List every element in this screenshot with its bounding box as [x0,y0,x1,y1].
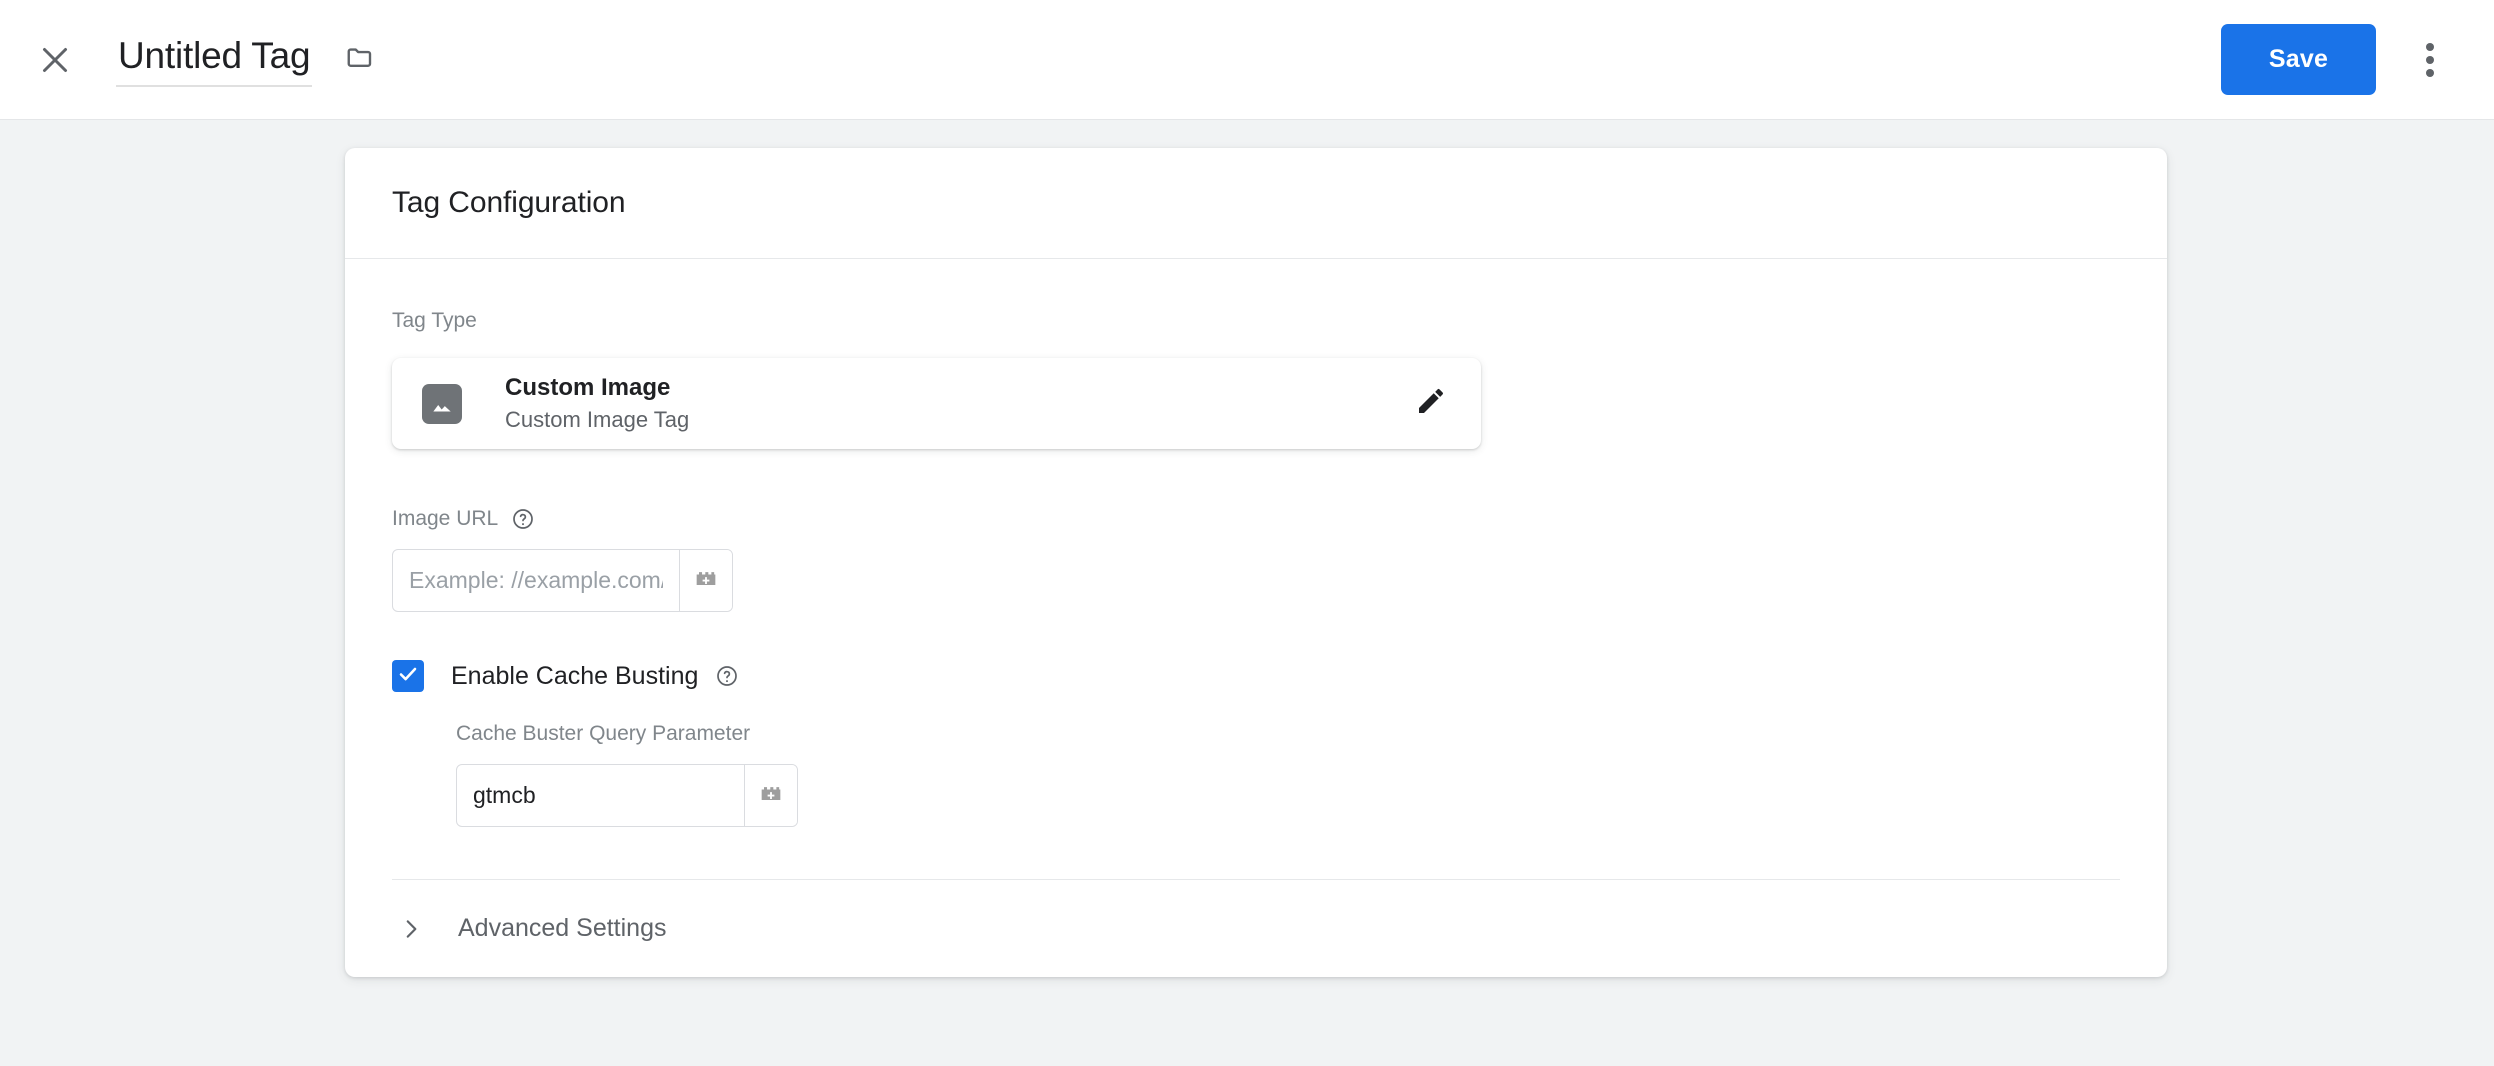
cache-busting-row: Enable Cache Busting [392,660,2120,692]
pencil-icon [1415,385,1447,422]
image-url-input-group [392,549,733,612]
variable-brick-icon [692,564,720,597]
tag-configuration-card: Tag Configuration Tag Type Custom Image [345,148,2167,977]
tag-type-label-row: Tag Type [392,309,2120,333]
variable-brick-icon [757,779,785,812]
image-url-section: Image URL [392,449,2120,612]
advanced-settings-toggle[interactable]: Advanced Settings [392,880,2120,977]
help-circle-icon[interactable] [715,664,739,688]
help-circle-icon[interactable] [511,507,535,531]
image-url-variable-button[interactable] [679,550,732,611]
cache-buster-param-input-group [456,764,798,827]
advanced-settings-label: Advanced Settings [458,914,667,942]
image-url-label-row: Image URL [392,507,2120,531]
tag-name-input[interactable]: Untitled Tag [116,32,313,88]
card-body: Tag Type Custom Image Custom Image Tag I… [345,259,2167,977]
folder-button[interactable] [338,38,382,82]
page-body: Tag Configuration Tag Type Custom Image [0,120,2494,1066]
tag-type-text: Custom Image Custom Image Tag [505,372,1405,435]
cache-buster-param-label-row: Cache Buster Query Parameter [456,722,2120,746]
app-bar-actions: Save [2221,24,2458,95]
enable-cache-busting-checkbox[interactable] [392,660,424,692]
folder-icon [345,42,375,77]
image-icon [422,383,462,424]
image-url-input[interactable] [393,550,679,611]
cache-buster-variable-button[interactable] [744,765,797,826]
tag-title-area: Untitled Tag [116,32,2221,88]
cache-buster-param-input[interactable] [457,765,744,826]
tag-type-selector[interactable]: Custom Image Custom Image Tag [392,358,1481,449]
card-header: Tag Configuration [345,148,2167,259]
image-url-label: Image URL [392,507,499,530]
cache-buster-param-section: Cache Buster Query Parameter [456,722,2120,827]
enable-cache-busting-label[interactable]: Enable Cache Busting [451,662,698,691]
tag-type-name: Custom Image [505,374,671,402]
tag-type-description: Custom Image Tag [505,407,690,433]
top-app-bar: Untitled Tag Save [0,0,2494,120]
tag-type-section: Tag Type Custom Image Custom Image Tag [392,259,2120,449]
edit-tag-type-button[interactable] [1405,378,1457,430]
close-button[interactable] [26,31,84,89]
card-title: Tag Configuration [392,186,626,219]
close-icon [37,42,73,78]
chevron-right-icon [392,916,430,942]
save-button[interactable]: Save [2221,24,2376,95]
tag-type-label: Tag Type [392,309,477,332]
cache-buster-param-label: Cache Buster Query Parameter [456,722,751,745]
more-vert-icon [2426,42,2434,77]
check-icon [396,662,420,691]
more-options-button[interactable] [2402,32,2458,88]
